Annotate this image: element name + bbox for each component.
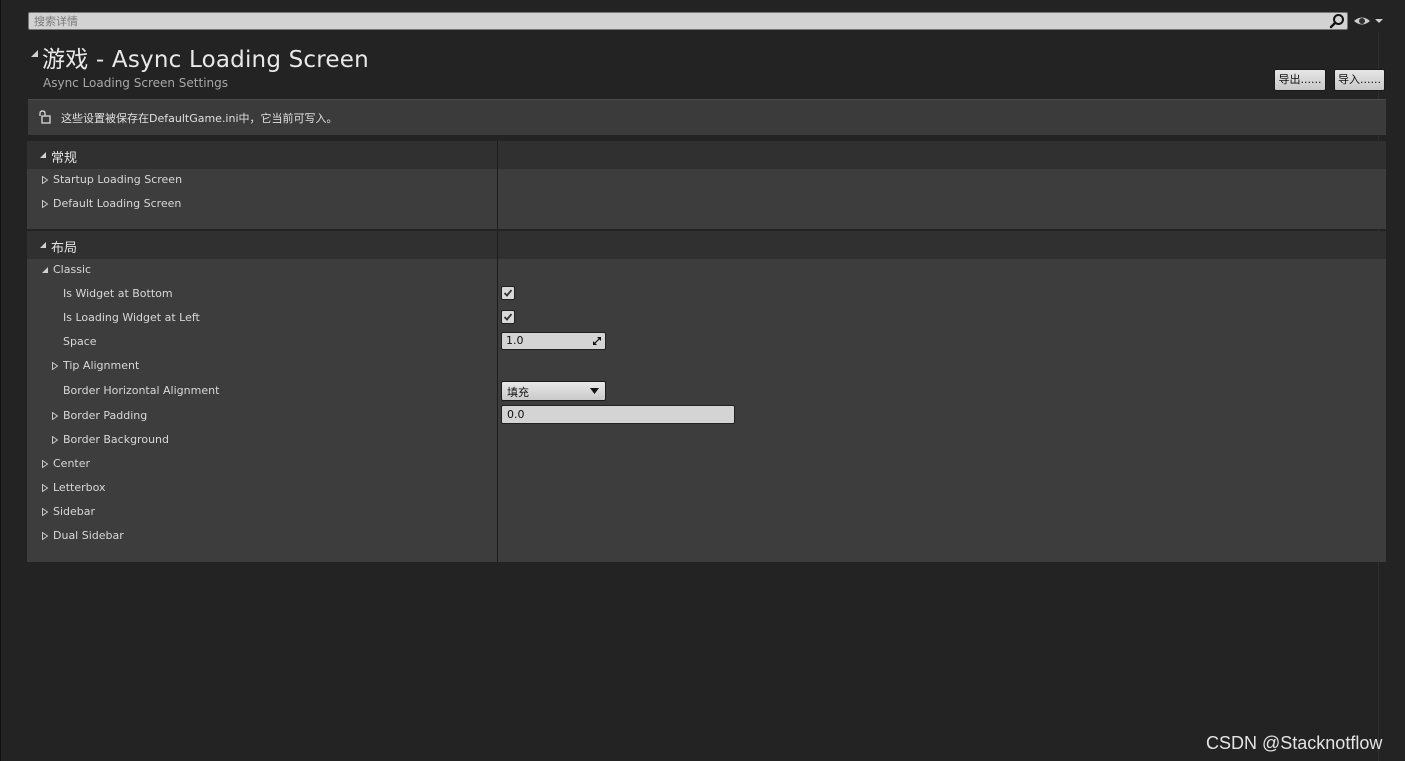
property-label: Dual Sidebar — [53, 529, 124, 542]
expand-arrow-icon[interactable] — [41, 460, 49, 468]
property-row-default-loading-screen[interactable]: Default Loading Screen — [27, 192, 1386, 216]
view-options-eye-icon[interactable] — [1353, 13, 1385, 29]
space-value: 1.0 — [506, 334, 524, 347]
page-title: 游戏 - Async Loading Screen — [42, 47, 369, 73]
property-label: Is Loading Widget at Left — [63, 311, 200, 324]
border-padding-input[interactable]: 0.0 — [501, 405, 735, 424]
category-title: 布局 — [51, 241, 78, 256]
property-row-space: Space 1.0 — [27, 330, 1386, 354]
search-icon[interactable] — [1329, 13, 1345, 29]
border-padding-value: 0.0 — [507, 408, 525, 421]
property-label: Space — [63, 335, 97, 348]
expand-arrow-icon[interactable] — [51, 412, 59, 420]
expand-arrow-icon[interactable] — [51, 362, 59, 370]
category-title: 常规 — [51, 151, 78, 166]
expand-arrow-icon[interactable] — [41, 532, 49, 540]
border-horizontal-alignment-dropdown[interactable]: 填充 — [501, 381, 606, 401]
is-widget-at-bottom-checkbox[interactable] — [501, 286, 515, 300]
property-row-border-background[interactable]: Border Background — [27, 428, 1386, 452]
property-label: Is Widget at Bottom — [63, 287, 173, 300]
expand-arrow-icon[interactable] — [41, 200, 49, 208]
unlock-icon — [39, 110, 51, 124]
config-notice: 这些设置被保存在DefaultGame.ini中，它当前可写入。 — [28, 99, 1386, 135]
details-panel: 游戏 - Async Loading Screen Async Loading … — [0, 0, 1405, 761]
page-subtitle: Async Loading Screen Settings — [43, 76, 229, 90]
property-label: Default Loading Screen — [53, 197, 182, 210]
checkmark-icon — [503, 289, 513, 297]
property-label: Center — [53, 457, 91, 470]
watermark: CSDN @Stacknotflow — [1206, 733, 1383, 753]
search-input[interactable] — [28, 12, 1348, 30]
resize-arrows-icon[interactable] — [592, 336, 602, 346]
is-loading-widget-at-left-checkbox[interactable] — [501, 310, 515, 324]
property-label: Letterbox — [53, 481, 106, 494]
category-header-general[interactable]: 常规 — [27, 141, 1386, 169]
category-general: 常规 Startup Loading Screen Default Loadin… — [27, 141, 1386, 229]
property-label: Tip Alignment — [63, 359, 140, 372]
property-row-dual-sidebar[interactable]: Dual Sidebar — [27, 524, 1386, 548]
property-row-is-loading-widget-at-left: Is Loading Widget at Left — [27, 306, 1386, 330]
property-label: Border Background — [63, 433, 169, 446]
property-label: Classic — [53, 263, 92, 276]
expand-arrow-icon[interactable] — [41, 508, 49, 516]
property-row-tip-alignment[interactable]: Tip Alignment — [27, 354, 1386, 378]
property-row-is-widget-at-bottom: Is Widget at Bottom — [27, 282, 1386, 306]
expand-arrow-icon[interactable] — [41, 484, 49, 492]
property-label: Startup Loading Screen — [53, 173, 183, 186]
space-numeric-input[interactable]: 1.0 — [501, 332, 606, 350]
dropdown-selected-value: 填充 — [507, 386, 529, 399]
property-label: Border Padding — [63, 409, 148, 422]
category-header-layout[interactable]: 布局 — [27, 231, 1386, 259]
expanded-triangle-icon[interactable] — [41, 266, 49, 274]
expanded-triangle-icon — [40, 152, 46, 158]
property-row-classic[interactable]: Classic — [27, 258, 1386, 282]
expand-arrow-icon[interactable] — [41, 176, 49, 184]
checkmark-icon — [503, 313, 513, 321]
export-button[interactable]: 导出...... — [1274, 69, 1326, 91]
search-bar — [28, 12, 1348, 30]
property-label: Border Horizontal Alignment — [63, 384, 220, 397]
property-row-letterbox[interactable]: Letterbox — [27, 476, 1386, 500]
collapse-triangle-icon[interactable] — [30, 49, 40, 59]
property-row-sidebar[interactable]: Sidebar — [27, 500, 1386, 524]
property-row-border-padding[interactable]: Border Padding 0.0 — [27, 404, 1386, 428]
property-row-center[interactable]: Center — [27, 452, 1386, 476]
property-label: Sidebar — [53, 505, 96, 518]
notice-text: 这些设置被保存在DefaultGame.ini中，它当前可写入。 — [61, 112, 338, 125]
property-row-border-horizontal-alignment: Border Horizontal Alignment 填充 — [27, 379, 1386, 403]
expand-arrow-icon[interactable] — [51, 436, 59, 444]
category-layout: 布局 Classic Is Widget at Bottom Is Loadin… — [27, 231, 1386, 562]
import-button[interactable]: 导入...... — [1334, 69, 1385, 91]
dropdown-arrow-icon — [590, 388, 599, 394]
expanded-triangle-icon — [40, 242, 46, 248]
property-row-startup-loading-screen[interactable]: Startup Loading Screen — [27, 168, 1386, 192]
